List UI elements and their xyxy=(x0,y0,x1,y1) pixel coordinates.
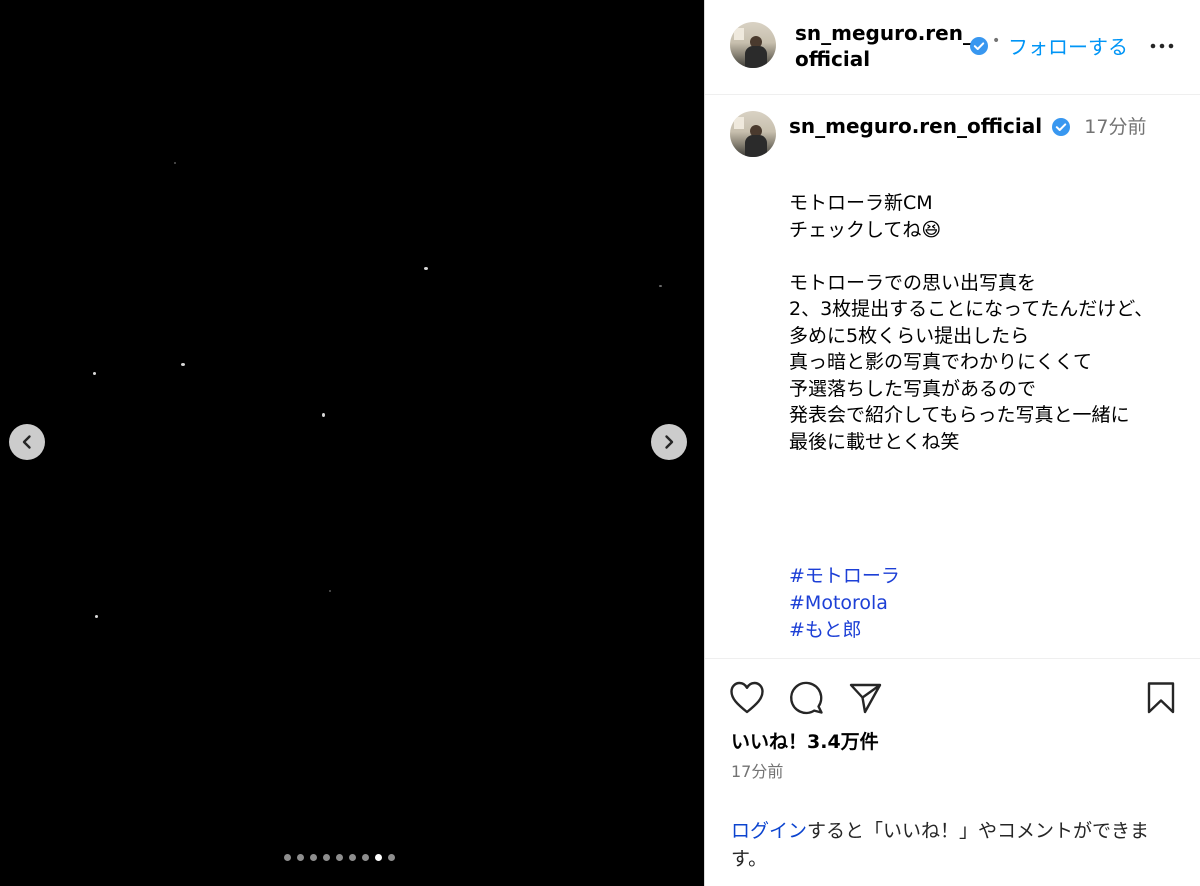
image-light-speck xyxy=(322,413,325,417)
caption-avatar[interactable] xyxy=(730,111,776,157)
chevron-left-icon xyxy=(22,435,31,449)
caption-username-row: sn_meguro.ren_official 17分前 xyxy=(789,112,1146,139)
carousel-dot xyxy=(297,854,304,861)
verified-badge-icon xyxy=(1052,117,1071,136)
image-light-speck xyxy=(424,267,428,270)
image-light-speck xyxy=(174,162,176,164)
carousel-dot xyxy=(349,854,356,861)
three-dots-icon[interactable] xyxy=(1149,33,1175,59)
carousel-dot xyxy=(284,854,291,861)
carousel-dot xyxy=(362,854,369,861)
hashtag-link[interactable]: #Motorola xyxy=(789,590,900,617)
header-separator: • xyxy=(992,33,1001,49)
caption-username[interactable]: sn_meguro.ren_official xyxy=(789,114,1042,138)
carousel-dot xyxy=(388,854,395,861)
header-username[interactable]: sn_meguro.ren_ official xyxy=(795,20,973,72)
carousel-dot xyxy=(323,854,330,861)
follow-button[interactable]: フォローする xyxy=(1008,31,1128,60)
carousel-indicator xyxy=(284,854,395,861)
header-username-line1: sn_meguro.ren_ xyxy=(795,21,973,45)
avatar[interactable] xyxy=(730,22,776,68)
verified-badge-icon xyxy=(970,37,988,55)
image-light-speck xyxy=(95,615,98,618)
image-light-speck xyxy=(93,372,96,375)
comment-icon[interactable] xyxy=(789,681,825,715)
post-time[interactable]: 17分前 xyxy=(1084,116,1146,138)
post-header: sn_meguro.ren_ official • フォローする xyxy=(705,0,1200,95)
bookmark-icon[interactable] xyxy=(1145,681,1177,715)
header-username-line2: official xyxy=(795,47,871,71)
post-media-image[interactable] xyxy=(0,0,704,886)
image-light-speck xyxy=(181,363,185,366)
send-icon[interactable] xyxy=(848,681,884,715)
post-date[interactable]: 17分前 xyxy=(731,758,783,782)
carousel-next-button[interactable] xyxy=(651,424,687,460)
like-count[interactable]: いいね！3.4万件 xyxy=(731,727,879,754)
post-sidebar: sn_meguro.ren_ official • フォローする sn_megu… xyxy=(704,0,1200,886)
login-link[interactable]: ログイン xyxy=(731,820,807,842)
carousel-dot xyxy=(375,854,382,861)
hashtag-link[interactable]: #もと郎 xyxy=(789,617,900,644)
heart-icon[interactable] xyxy=(729,681,765,715)
chevron-right-icon xyxy=(665,435,674,449)
action-bar xyxy=(705,658,1200,715)
carousel-dot xyxy=(336,854,343,861)
hashtag-list: #モトローラ #Motorola #もと郎 xyxy=(789,563,900,644)
image-light-speck xyxy=(329,590,331,592)
carousel-dot xyxy=(310,854,317,861)
image-light-speck xyxy=(659,285,662,287)
caption-text: モトローラ新CM チェックしてね😆 モトローラでの思い出写真を 2、3枚提出する… xyxy=(789,192,1154,453)
login-prompt: ログインすると「いいね！」やコメントができます。 xyxy=(731,817,1181,873)
carousel-prev-button[interactable] xyxy=(9,424,45,460)
hashtag-link[interactable]: #モトローラ xyxy=(789,563,900,590)
